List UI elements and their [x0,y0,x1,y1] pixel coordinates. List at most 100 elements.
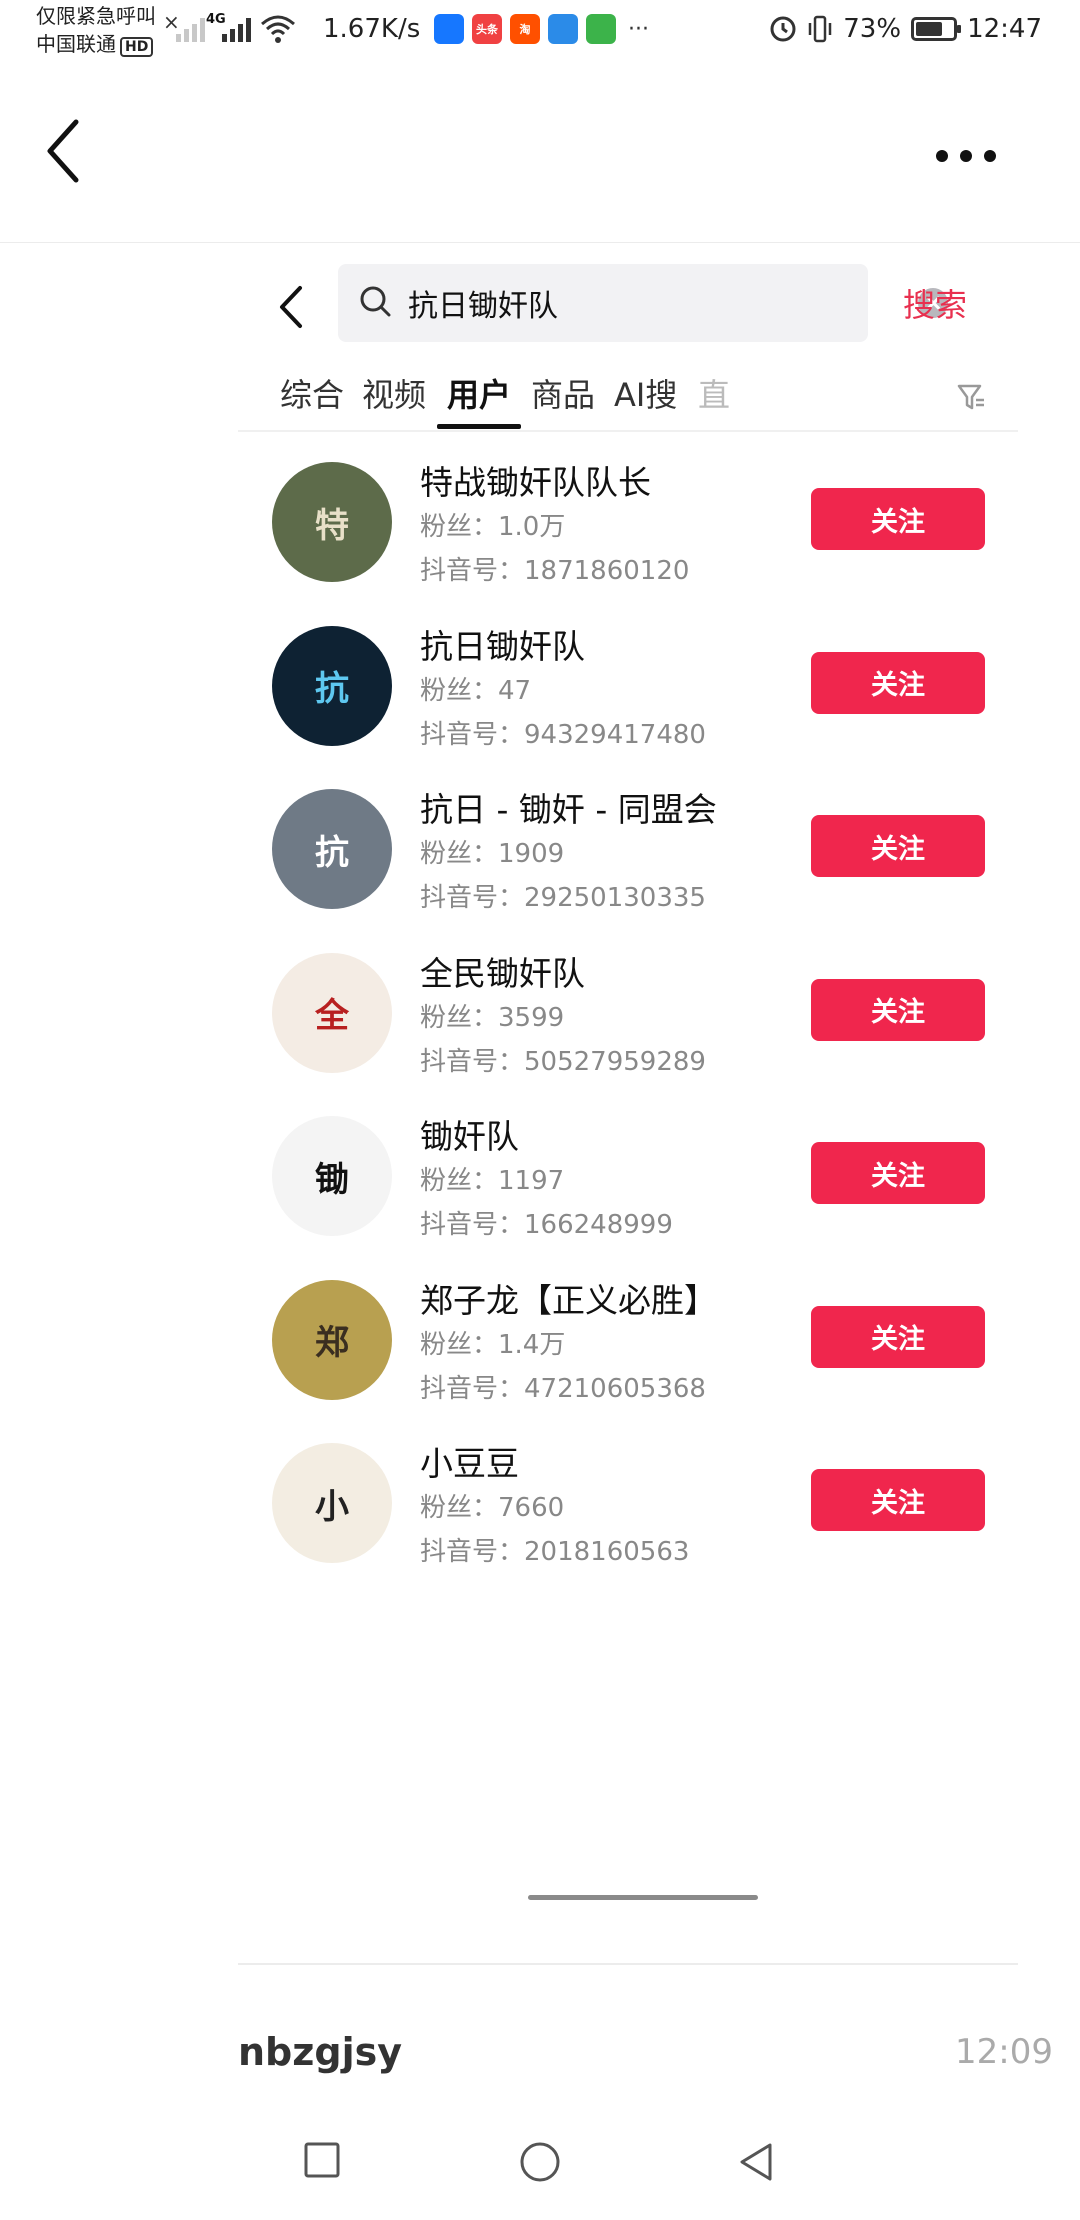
user-row[interactable]: 抗抗日除奸队粉丝：6抖音号：64007374222关注 [238,1583,1018,1604]
user-avatar[interactable]: 郑 [272,1279,392,1400]
clock: 12:47 [967,14,1042,44]
nav-back-button[interactable] [736,2140,776,2188]
status-right: 73% 12:47 [769,14,1042,44]
user-name: 抗日锄奸队 [420,626,585,666]
chat-top-bar [0,66,1080,243]
search-input[interactable] [408,264,808,342]
green-app-icon [586,14,616,44]
status-bar: 仅限紧急呼叫 中国联通 HD × 4G 1.67K/s 头条淘 ··· 73% 12… [0,0,1080,66]
more-notifications-icon: ··· [628,16,649,42]
user-name: 抗日 - 锄奸 - 同盟会 [420,790,717,830]
user-row[interactable]: 全 全民锄奸队 粉丝：3599 抖音号：50527959289 关注 [238,929,1018,1093]
message-time: 12:09 [955,2032,1053,2072]
active-tab-underline [437,424,521,429]
user-name: 全民锄奸队 [420,953,585,993]
search-button[interactable]: 搜索 [903,280,967,326]
user-fans-count: 粉丝：1.0万 [420,512,566,542]
user-row[interactable]: 抗 抗日锄奸队粉丝：47 抖音号：94329417480 关注 [238,602,1018,766]
avatar-glyph: 全 [315,996,349,1037]
follow-button[interactable]: 关注 [811,1142,985,1205]
avatar-glyph: 锄 [315,1159,349,1200]
more-dots-icon [936,150,948,162]
tab-3[interactable]: 商品 [531,370,595,416]
triangle-back-icon [740,2143,772,2181]
user-name: 锄奸队 [420,1117,519,1157]
avatar-glyph: 小 [315,1486,349,1527]
user-avatar[interactable]: 全 [272,952,392,1073]
navigation-bar [0,2110,1080,2220]
tab-5[interactable]: 直 [698,370,730,416]
carrier-name: 中国联通 [36,32,116,56]
carrier-name-row: 中国联通 HD [36,30,156,58]
tab-0[interactable]: 综合 [280,370,344,416]
user-douyin-id: 抖音号：29250130335 [420,883,706,914]
user-douyin-id: 抖音号：94329417480 [420,719,706,750]
avatar-glyph: 特 [315,505,349,546]
circle-icon [520,2142,560,2182]
carrier-info: 仅限紧急呼叫 中国联通 HD [36,2,156,58]
tab-1[interactable]: 视频 [362,370,426,416]
shield-app-icon [434,14,464,44]
follow-button[interactable]: 关注 [811,1469,985,1532]
user-row[interactable]: 郑 郑子龙【正义必胜】粉丝：1.4万抖音号：47210605368 关注 [238,1256,1018,1420]
tab-2[interactable]: 用户 [447,370,511,416]
user-results-list: 特特战锄奸队队长 粉丝：1.0万 抖音号：1871860120 关注抗抗日锄奸队 粉丝：… [238,438,1018,1604]
more-options-button[interactable] [926,136,1006,176]
more-dots-icon [960,150,972,162]
user-fans-count: 粉丝：1.4万 [420,1329,566,1360]
notification-icons: 头条淘 ··· [434,14,649,44]
back-button[interactable] [44,116,104,196]
carrier-emergency-text: 仅限紧急呼叫 [36,4,156,28]
toutiao-app-icon: 头条 [472,14,502,44]
user-row[interactable]: 抗 抗日 - 锄奸 - 同盟会粉丝：1909 抖音号：29250130335 关注 [238,765,1018,929]
user-row[interactable]: 小 小豆豆 粉丝：7660 抖音号：2018160563 关注 [238,1419,1018,1583]
follow-button[interactable]: 关注 [811,488,985,550]
follow-button[interactable]: 关注 [811,651,985,714]
user-douyin-id: 抖音号：50527959289 [420,1046,706,1077]
user-name: 特战锄奸队队长 [420,463,651,502]
chevron-left-icon [47,119,79,183]
signal-2-icon [222,14,251,42]
user-douyin-id: 抖音号：166248999 [420,1210,673,1241]
search-box [338,264,948,342]
search-bar: 搜索 [238,262,1018,346]
user-fans-count: 粉丝：1909 [420,839,565,870]
avatar-glyph: 抗 [315,669,349,710]
avatar-glyph: 郑 [315,1323,349,1364]
follow-button[interactable]: 关注 [811,978,985,1041]
hd-badge: HD [120,37,154,57]
filter-icon[interactable] [956,382,986,416]
user-row[interactable]: 特 特战锄奸队队长粉丝：1.0万抖音号：1871860120 关注 [238,438,1018,602]
wifi-icon [260,14,296,48]
user-name: 小豆豆 [420,1444,519,1484]
user-douyin-id: 抖音号：1871860120 [420,556,690,586]
square-icon [304,2142,340,2178]
user-avatar[interactable]: 小 [272,1443,392,1564]
user-avatar[interactable]: 抗 [272,789,392,910]
user-name: 郑子龙【正义必胜】 [420,1280,717,1320]
recents-button[interactable] [302,2140,342,2184]
signal-1-icon [176,14,205,42]
network-speed: 1.67K/s [323,14,421,44]
search-back-button[interactable] [276,282,316,332]
user-fans-count: 粉丝：7660 [420,1493,565,1524]
avatar-glyph: 抗 [315,832,349,873]
user-fans-count: 粉丝：47 [420,675,532,706]
more-dots-icon [984,150,996,162]
home-button[interactable] [518,2140,562,2188]
browser-app-icon [548,14,578,44]
shared-screenshot[interactable]: 搜索 综合视频用户商品 AI搜直 特 特战锄奸队队长粉丝：1.0万抖音号：18718… [238,242,1018,1942]
user-name: 抗日除奸队 [420,1601,585,1604]
user-douyin-id: 抖音号：47210605368 [420,1373,706,1404]
user-avatar[interactable]: 特 [272,462,392,582]
taobao-app-icon: 淘 [510,14,540,44]
tab-4[interactable]: AI搜 [614,370,677,416]
follow-button[interactable]: 关注 [811,1305,985,1368]
user-row[interactable]: 锄 锄奸队 粉丝：1197 抖音号：166248999 关注 [238,1092,1018,1256]
user-avatar[interactable]: 抗 [272,625,392,746]
user-avatar[interactable]: 锄 [272,1116,392,1237]
search-tabs: 综合 视频 用户 商品 AI搜直 [238,360,1018,432]
vibrate-icon [809,15,832,43]
follow-button[interactable]: 关注 [811,815,985,878]
alarm-icon [770,16,796,42]
